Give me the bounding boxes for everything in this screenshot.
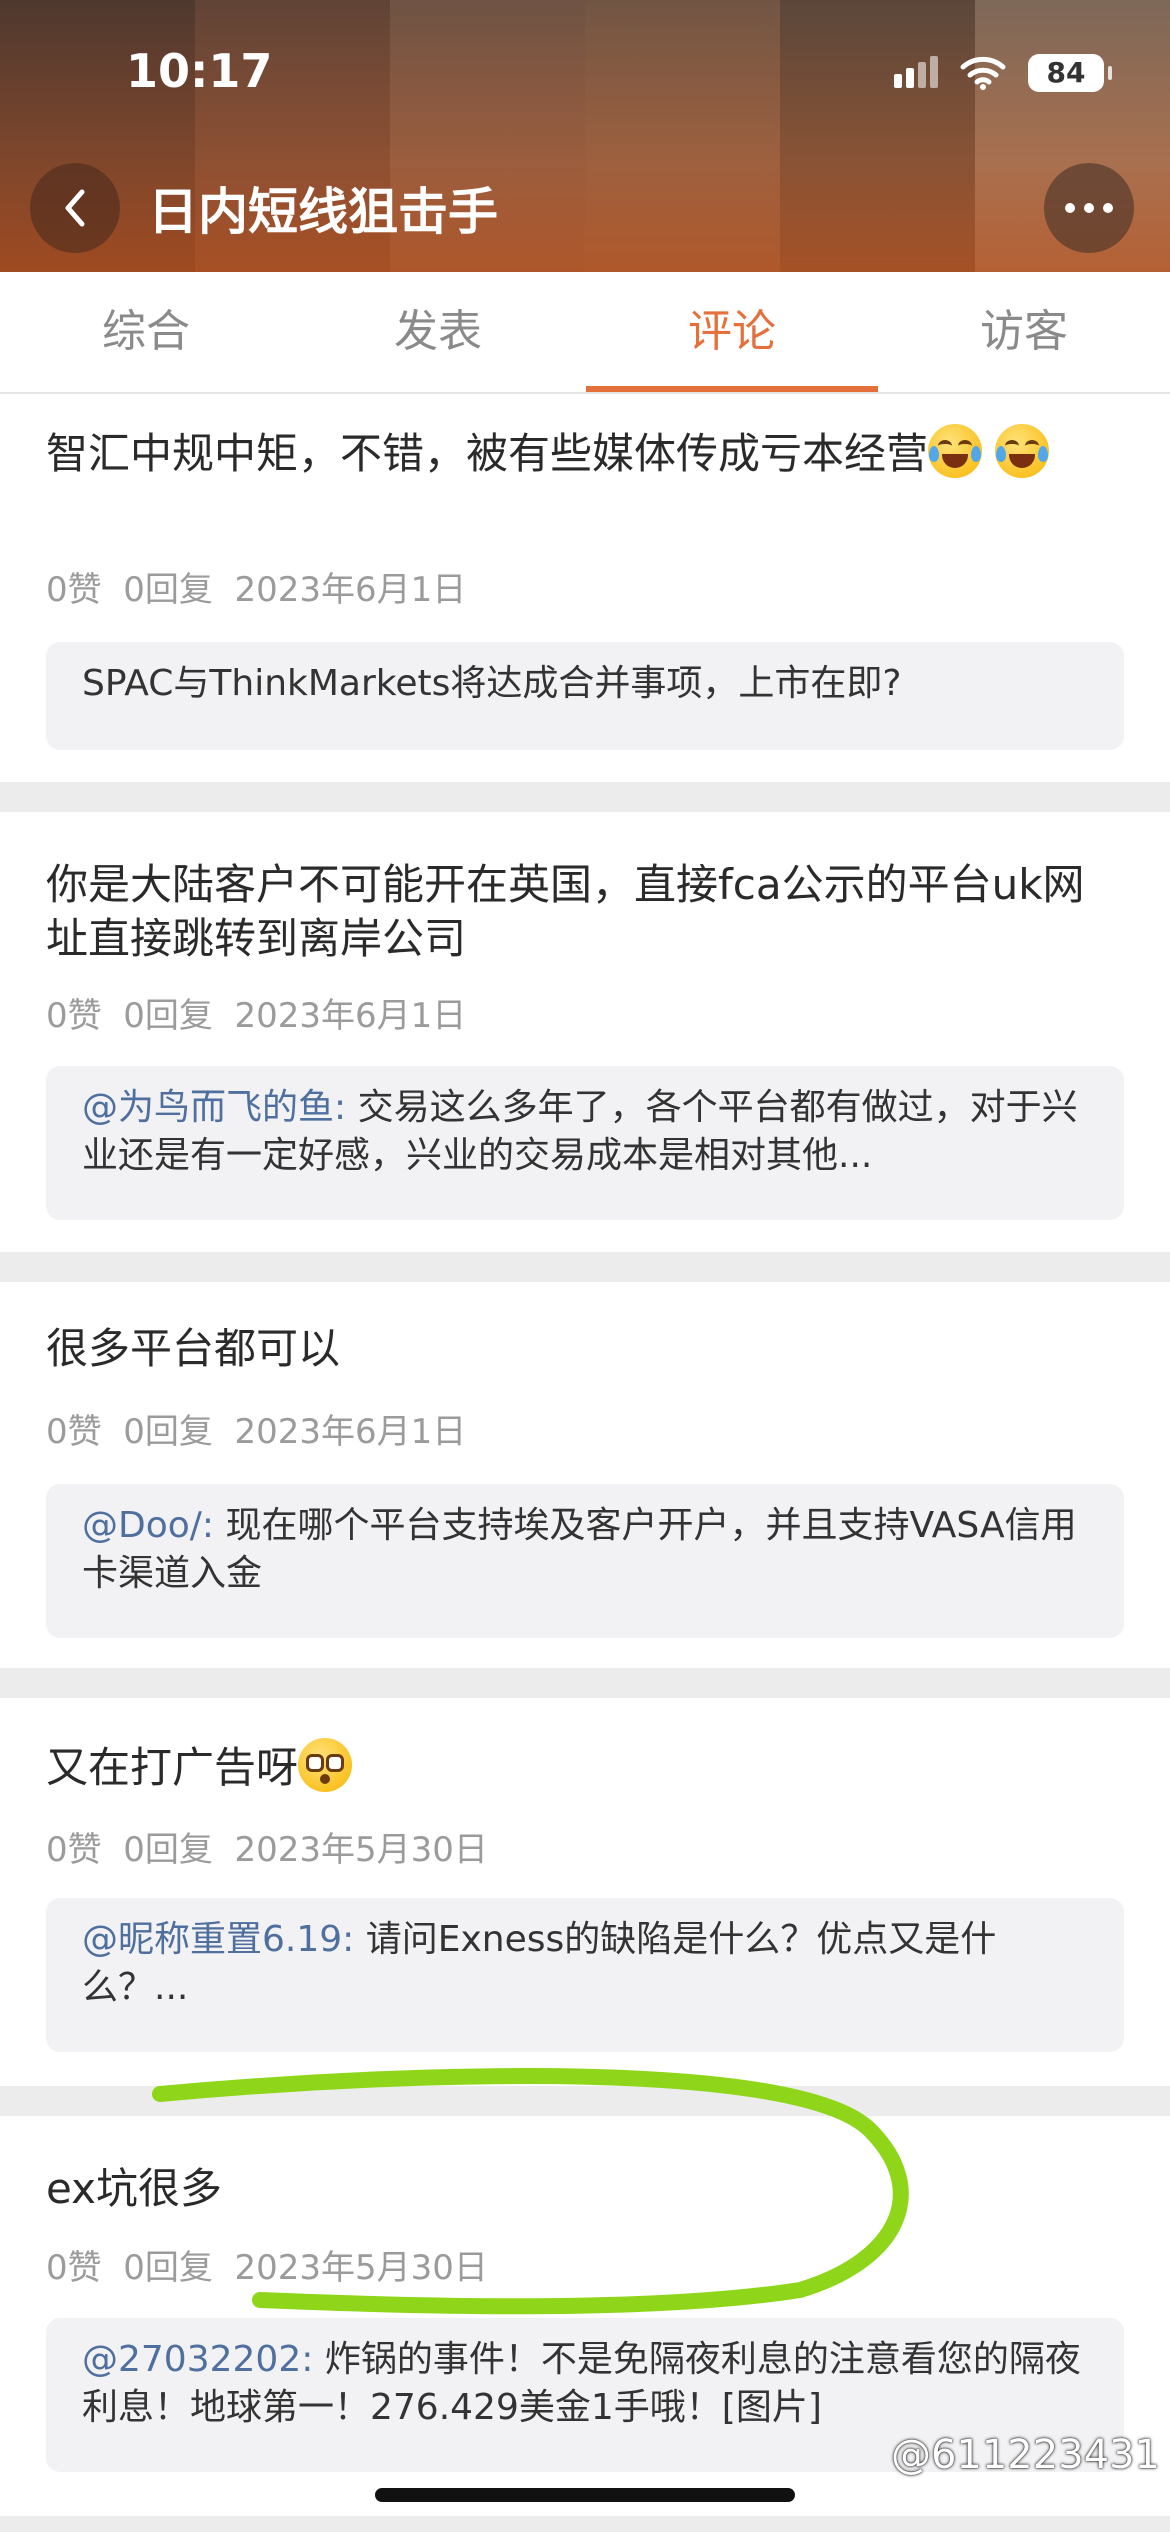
comment-meta: 0赞 0回复 2023年6月1日: [46, 996, 467, 1036]
comment-meta: 0赞 0回复 2023年6月1日: [46, 570, 467, 610]
quoted-post[interactable]: @昵称重置6.19: 请问Exness的缺陷是什么？优点又是什么？...: [46, 1898, 1124, 2052]
tab-comments[interactable]: 评论: [586, 272, 878, 392]
comment-body: ex坑很多: [46, 2164, 222, 2213]
home-indicator: [375, 2488, 795, 2502]
back-button[interactable]: [30, 163, 120, 253]
flushed-face-emoji: [298, 1738, 353, 1792]
tab-bar: 综合 发表 评论 访客: [0, 272, 1170, 394]
comment-body: 又在打广告呀: [46, 1743, 299, 1792]
comment-card[interactable]: 你是大陆客户不可能开在英国，直接fca公示的平台uk网址直接跳转到离岸公司 0赞…: [0, 812, 1170, 1252]
more-button[interactable]: [1044, 163, 1134, 253]
quote-mention[interactable]: @昵称重置6.19:: [82, 1919, 354, 1960]
watermark: @611223431: [890, 2432, 1160, 2478]
quoted-post[interactable]: SPAC与ThinkMarkets将达成合并事项，上市在即?: [46, 642, 1124, 750]
quoted-post[interactable]: @Doo/: 现在哪个平台支持埃及客户开户，并且支持VASA信用卡渠道入金: [46, 1484, 1124, 1638]
comment-body: 智汇中规中矩，不错，被有些媒体传成亏本经营: [46, 429, 929, 478]
comment-body: 很多平台都可以: [46, 1324, 341, 1373]
comment-card[interactable]: 智汇中规中矩，不错，被有些媒体传成亏本经营 0赞 0回复 2023年6月1日 S…: [0, 394, 1170, 782]
quote-text: 现在哪个平台支持埃及客户开户，并且支持VASA信用卡渠道入金: [82, 1505, 1077, 1594]
quoted-post[interactable]: @为鸟而飞的鱼: 交易这么多年了，各个平台都有做过，对于兴业还是有一定好感，兴业…: [46, 1066, 1124, 1220]
signal-icon: [894, 56, 938, 88]
more-dots-icon: [1065, 203, 1113, 213]
page-title: 日内短线狙击手: [148, 183, 498, 241]
quote-mention[interactable]: @27032202:: [82, 2339, 313, 2380]
status-icons: 84: [894, 54, 1112, 92]
comment-text: 智汇中规中矩，不错，被有些媒体传成亏本经营: [46, 424, 1126, 481]
tab-visitors[interactable]: 访客: [878, 272, 1170, 392]
comment-meta: 0赞 0回复 2023年5月30日: [46, 2248, 488, 2288]
tears-of-joy-emoji: [995, 424, 1050, 478]
status-time: 10:17: [126, 44, 273, 98]
comment-card[interactable]: 又在打广告呀 0赞 0回复 2023年5月30日 @昵称重置6.19: 请问Ex…: [0, 1698, 1170, 2086]
tab-overview[interactable]: 综合: [0, 272, 292, 392]
comment-meta: 0赞 0回复 2023年6月1日: [46, 1412, 467, 1452]
tab-posts[interactable]: 发表: [292, 272, 584, 392]
wifi-icon: [960, 56, 1006, 90]
profile-header: 10:17 84 日内短线狙击手: [0, 0, 1170, 272]
comment-meta: 0赞 0回复 2023年5月30日: [46, 1830, 488, 1870]
tears-of-joy-emoji: [928, 424, 983, 478]
comment-card[interactable]: 很多平台都可以 0赞 0回复 2023年6月1日 @Doo/: 现在哪个平台支持…: [0, 1282, 1170, 1668]
comment-body: 你是大陆客户不可能开在英国，直接fca公示的平台uk网址直接跳转到离岸公司: [46, 860, 1085, 963]
quote-mention[interactable]: @为鸟而飞的鱼:: [82, 1087, 346, 1128]
battery-icon: 84: [1028, 54, 1112, 92]
comment-text: 又在打广告呀: [46, 1738, 1126, 1795]
back-chevron-icon: [65, 189, 85, 227]
quote-text: SPAC与ThinkMarkets将达成合并事项，上市在即?: [82, 663, 902, 704]
active-tab-indicator: [586, 386, 878, 392]
quote-mention[interactable]: @Doo/:: [82, 1505, 214, 1546]
